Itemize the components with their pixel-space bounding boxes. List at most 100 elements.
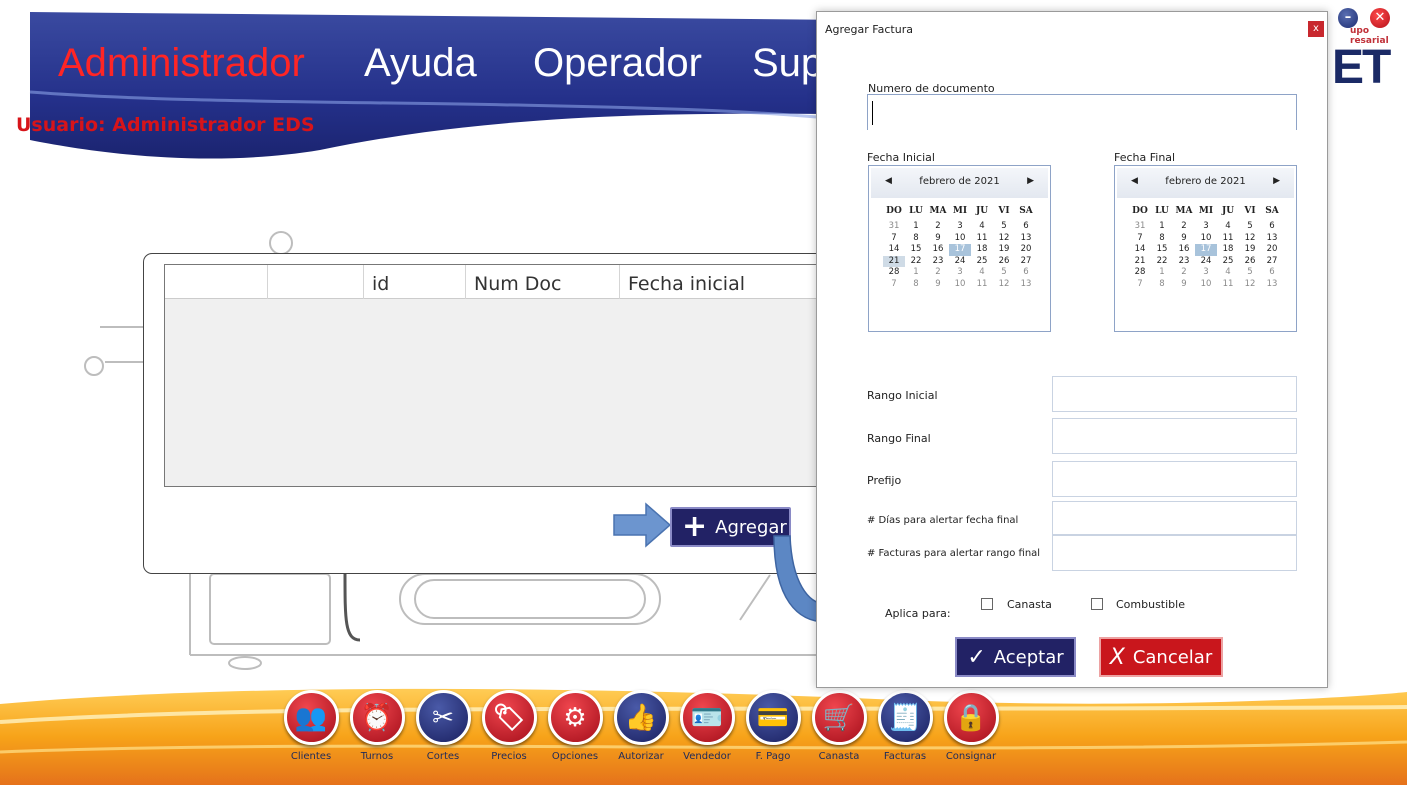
calendar-day[interactable]: 12 xyxy=(993,233,1015,245)
calendar-day[interactable]: 28 xyxy=(1129,267,1151,279)
menu-administrador[interactable]: Administrador xyxy=(58,38,305,88)
calendar-day[interactable]: 20 xyxy=(1015,244,1037,256)
calendar-day[interactable]: 31 xyxy=(883,221,905,233)
calendar-day[interactable]: 11 xyxy=(1217,279,1239,291)
calendar-day[interactable]: 19 xyxy=(993,244,1015,256)
toolbar-button-precios[interactable]: 🏷 Precios xyxy=(476,690,542,762)
calendar-day[interactable]: 7 xyxy=(883,279,905,291)
calendar-day[interactable]: 14 xyxy=(1129,244,1151,256)
calendar-day[interactable]: 9 xyxy=(927,279,949,291)
calendar-day[interactable]: 10 xyxy=(949,233,971,245)
toolbar-button-turnos[interactable]: ⏰ Turnos xyxy=(344,690,410,762)
calendar-day[interactable]: 23 xyxy=(1173,256,1195,268)
toolbar-button-opciones[interactable]: ⚙ Opciones xyxy=(542,690,608,762)
combustible-checkbox[interactable] xyxy=(1091,598,1103,610)
grid-column-header-blank[interactable] xyxy=(268,265,364,299)
calendar-day[interactable]: 24 xyxy=(1195,256,1217,268)
close-icon[interactable]: ✕ xyxy=(1370,8,1390,28)
calendar-day[interactable]: 26 xyxy=(1239,256,1261,268)
calendar-day[interactable]: 5 xyxy=(1239,221,1261,233)
toolbar-button-cortes[interactable]: ✂ Cortes xyxy=(410,690,476,762)
calendar-day[interactable]: 15 xyxy=(905,244,927,256)
calendar-day[interactable]: 31 xyxy=(1129,221,1151,233)
calendar-day[interactable]: 15 xyxy=(1151,244,1173,256)
calendar-day[interactable]: 10 xyxy=(1195,279,1217,291)
calendar-day[interactable]: 25 xyxy=(1217,256,1239,268)
calendar-day[interactable]: 11 xyxy=(971,233,993,245)
calendar-day[interactable]: 21 xyxy=(883,255,905,267)
canasta-checkbox[interactable] xyxy=(981,598,993,610)
calendar-day[interactable]: 11 xyxy=(971,279,993,291)
dias-alerta-input[interactable] xyxy=(1052,501,1297,535)
calendar-day[interactable]: 11 xyxy=(1217,233,1239,245)
calendar-day[interactable]: 3 xyxy=(1195,267,1217,279)
calendar-day[interactable]: 4 xyxy=(1217,267,1239,279)
calendar-day[interactable]: 8 xyxy=(905,279,927,291)
calendar-day[interactable]: 8 xyxy=(1151,279,1173,291)
calendar-day[interactable]: 4 xyxy=(971,221,993,233)
calendar-day[interactable]: 13 xyxy=(1261,233,1283,245)
calendar-day[interactable]: 6 xyxy=(1261,221,1283,233)
calendar-day[interactable]: 22 xyxy=(1151,256,1173,268)
calendar-day[interactable]: 16 xyxy=(1173,244,1195,256)
calendar-day[interactable]: 13 xyxy=(1015,279,1037,291)
calendar-day[interactable]: 16 xyxy=(927,244,949,256)
calendar-day[interactable]: 1 xyxy=(1151,267,1173,279)
calendar-day[interactable]: 4 xyxy=(1217,221,1239,233)
toolbar-button-consignar[interactable]: 🔒 Consignar xyxy=(938,690,1004,762)
calendar-day[interactable]: 9 xyxy=(1173,279,1195,291)
calendar-day[interactable]: 12 xyxy=(1239,233,1261,245)
calendar-day[interactable]: 5 xyxy=(1239,267,1261,279)
calendar-day[interactable]: 17 xyxy=(949,244,971,256)
calendar-day[interactable]: 2 xyxy=(1173,221,1195,233)
grid-column-header-id[interactable]: id xyxy=(364,265,466,299)
calendar-day[interactable]: 6 xyxy=(1015,267,1037,279)
calendar-month-label[interactable]: febrero de 2021 xyxy=(871,176,1048,187)
toolbar-button-autorizar[interactable]: 👍 Autorizar xyxy=(608,690,674,762)
calendar-day[interactable]: 2 xyxy=(927,267,949,279)
calendar-day[interactable]: 3 xyxy=(1195,221,1217,233)
calendar-day[interactable]: 10 xyxy=(1195,233,1217,245)
calendar-day[interactable]: 17 xyxy=(1195,244,1217,256)
aceptar-button[interactable]: ✓ Aceptar xyxy=(955,637,1076,677)
menu-ayuda[interactable]: Ayuda xyxy=(364,38,477,88)
numero-documento-input[interactable] xyxy=(867,94,1297,130)
calendar-day[interactable]: 2 xyxy=(1173,267,1195,279)
calendar-day[interactable]: 1 xyxy=(905,267,927,279)
calendar-day[interactable]: 18 xyxy=(971,244,993,256)
calendar-day[interactable]: 1 xyxy=(1151,221,1173,233)
calendar-day[interactable]: 3 xyxy=(949,221,971,233)
calendar-day[interactable]: 19 xyxy=(1239,244,1261,256)
calendar-day[interactable]: 3 xyxy=(949,267,971,279)
calendar-day[interactable]: 24 xyxy=(949,256,971,268)
calendar-day[interactable]: 25 xyxy=(971,256,993,268)
calendar-day[interactable]: 2 xyxy=(927,221,949,233)
calendar-day[interactable]: 9 xyxy=(1173,233,1195,245)
prefijo-input[interactable] xyxy=(1052,461,1297,497)
canasta-label[interactable]: Canasta xyxy=(1007,598,1052,611)
calendar-day[interactable]: 27 xyxy=(1015,256,1037,268)
toolbar-button-facturas[interactable]: 🧾 Facturas xyxy=(872,690,938,762)
calendar-day[interactable]: 7 xyxy=(1129,279,1151,291)
toolbar-button-canasta[interactable]: 🛒 Canasta xyxy=(806,690,872,762)
calendar-day[interactable]: 4 xyxy=(971,267,993,279)
fecha-final-calendar[interactable]: ◀ febrero de 2021 ▶ DO LU MA MI JU VI SA 31 1 2 3 4… xyxy=(1114,165,1297,332)
fecha-inicial-calendar[interactable]: ◀ febrero de 2021 ▶ DO LU MA MI JU VI SA 31 1 2 3 4… xyxy=(868,165,1051,332)
calendar-day[interactable]: 6 xyxy=(1015,221,1037,233)
calendar-day[interactable]: 7 xyxy=(1129,233,1151,245)
calendar-day[interactable]: 22 xyxy=(905,256,927,268)
facturas-grid[interactable]: id Num Doc Fecha inicial xyxy=(164,264,824,487)
minimize-icon[interactable]: – xyxy=(1338,8,1358,28)
rango-inicial-input[interactable] xyxy=(1052,376,1297,412)
dialog-close-button[interactable]: x xyxy=(1308,21,1324,37)
grid-column-header-row-selector[interactable] xyxy=(165,265,268,299)
calendar-day[interactable]: 5 xyxy=(993,221,1015,233)
calendar-day[interactable]: 18 xyxy=(1217,244,1239,256)
calendar-day[interactable]: 10 xyxy=(949,279,971,291)
calendar-day[interactable]: 8 xyxy=(905,233,927,245)
calendar-day[interactable]: 12 xyxy=(993,279,1015,291)
grid-column-header-num-doc[interactable]: Num Doc xyxy=(466,265,620,299)
toolbar-button-f-pago[interactable]: 💳 F. Pago xyxy=(740,690,806,762)
menu-supervisor[interactable]: Sup xyxy=(752,38,823,88)
calendar-day[interactable]: 13 xyxy=(1261,279,1283,291)
